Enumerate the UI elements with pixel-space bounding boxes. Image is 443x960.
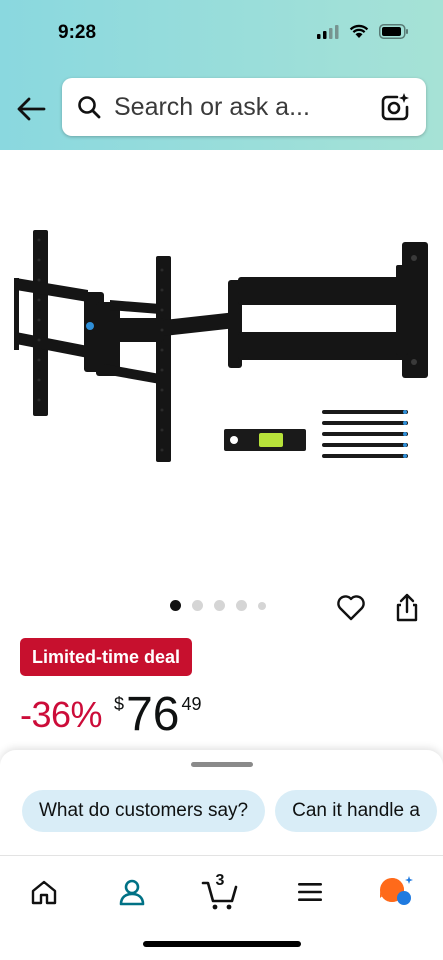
price-row: -36% $ 76 49 — [20, 690, 201, 750]
product-image[interactable] — [0, 150, 443, 590]
image-carousel-dots[interactable] — [170, 600, 266, 611]
price-fraction: 49 — [181, 694, 202, 714]
cellular-signal-icon — [317, 24, 339, 44]
back-button[interactable] — [14, 92, 48, 126]
wishlist-button[interactable] — [334, 590, 368, 624]
search-input[interactable] — [114, 92, 378, 122]
deal-badge: Limited-time deal — [20, 638, 193, 676]
carousel-dot-2[interactable] — [192, 600, 203, 611]
nav-menu[interactable] — [288, 870, 332, 914]
nav-cart[interactable]: 3 — [198, 870, 242, 914]
carousel-dot-5[interactable] — [258, 601, 266, 610]
nav-account[interactable] — [110, 870, 154, 914]
carousel-dot-3[interactable] — [214, 600, 225, 611]
price-currency: $ — [114, 694, 125, 714]
discount-percent: -36% — [20, 694, 103, 735]
home-indicator[interactable] — [143, 941, 301, 947]
carousel-dot-1[interactable] — [170, 600, 181, 611]
home-icon — [31, 880, 57, 905]
cart-count: 3 — [215, 872, 225, 889]
suggestion-chips: What do customers say? Can it handle a — [22, 790, 443, 832]
person-icon — [119, 879, 145, 906]
share-button[interactable] — [392, 590, 422, 624]
search-bar[interactable] — [62, 78, 426, 136]
price-whole: 76 — [126, 688, 180, 741]
status-bar: 9:28 — [0, 0, 443, 62]
wifi-icon — [349, 24, 369, 44]
header-area: 9:28 — [0, 0, 443, 150]
battery-icon — [379, 24, 409, 44]
rufus-ai-icon — [380, 876, 413, 905]
nav-rufus[interactable] — [374, 870, 418, 914]
bottom-nav: 3 — [0, 855, 443, 960]
heart-icon — [337, 595, 365, 621]
status-time: 9:28 — [58, 22, 97, 43]
sheet-drag-handle[interactable] — [191, 762, 253, 767]
search-icon — [76, 94, 102, 120]
hamburger-icon — [298, 883, 322, 901]
status-icons — [317, 24, 409, 44]
arrow-left-icon — [17, 97, 46, 121]
camera-sparkle-icon[interactable] — [378, 90, 412, 124]
carousel-dot-4[interactable] — [236, 600, 247, 611]
suggestion-chip[interactable]: Can it handle a — [275, 790, 437, 832]
nav-home[interactable] — [22, 870, 66, 914]
suggestion-chip[interactable]: What do customers say? — [22, 790, 266, 832]
share-icon — [396, 593, 418, 622]
